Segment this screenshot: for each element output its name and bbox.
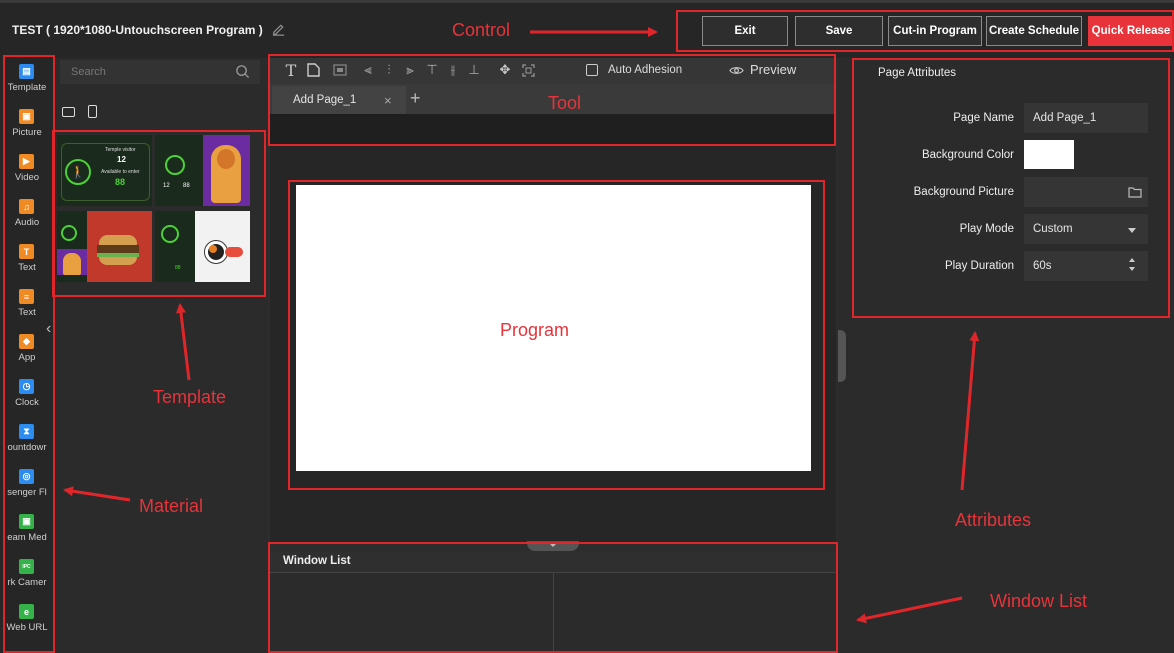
material-arrow [63, 486, 131, 502]
annotation-arrows [63, 27, 980, 624]
window-list-arrow [856, 596, 963, 624]
template-arrow [175, 303, 191, 381]
attributes-arrow [960, 331, 980, 491]
